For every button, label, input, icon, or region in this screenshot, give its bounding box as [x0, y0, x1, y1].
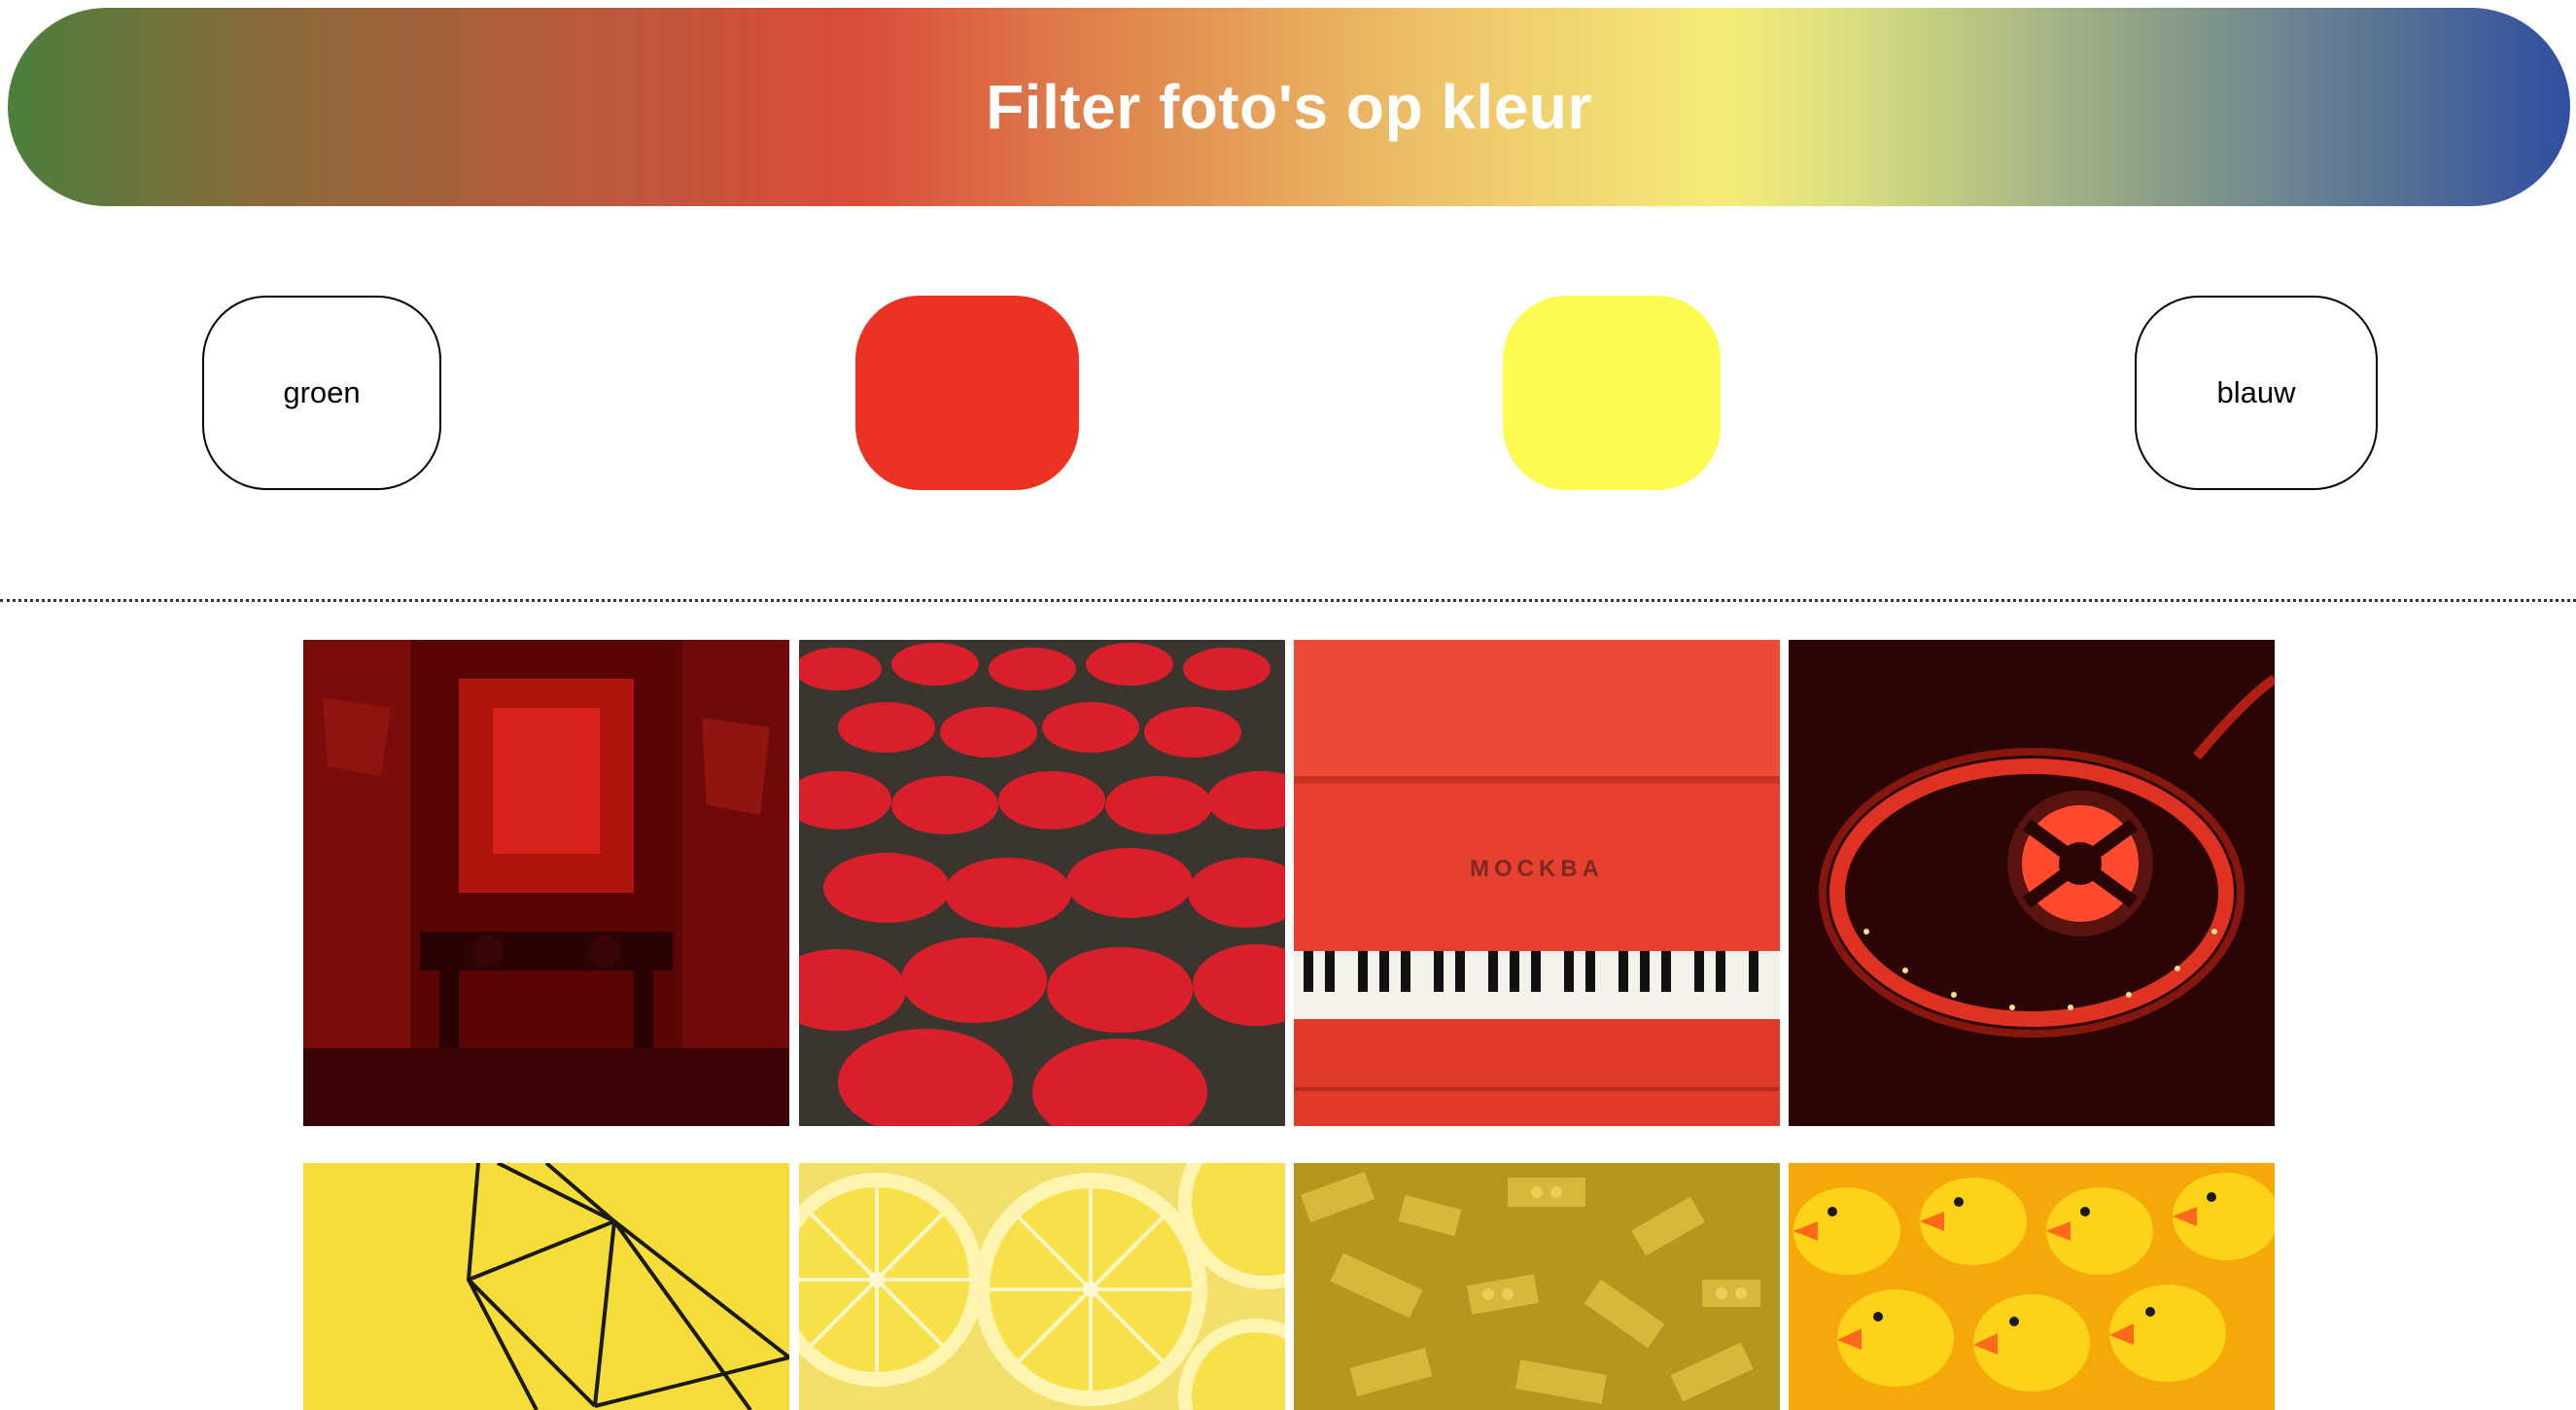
section-divider	[0, 599, 2576, 602]
photo-rubber-ducks[interactable]	[1789, 1163, 2275, 1410]
photo-lemon-slices[interactable]	[799, 1163, 1285, 1410]
header-banner: Filter foto's op kleur	[8, 8, 2570, 206]
photo-umbrellas[interactable]	[799, 640, 1285, 1126]
photo-lego-bricks[interactable]	[1294, 1163, 1780, 1410]
photo-dj-room[interactable]	[303, 640, 789, 1126]
filter-button-yellow[interactable]	[1503, 296, 1721, 490]
photo-piano[interactable]: MOCKBA	[1294, 640, 1780, 1126]
page-title: Filter foto's op kleur	[986, 72, 1592, 142]
photo-wire-geometry[interactable]	[303, 1163, 789, 1410]
filter-button-green[interactable]: groen	[202, 296, 441, 490]
page: Filter foto's op kleur groen blauw MOCKB…	[0, 0, 2576, 1410]
filter-button-blue-label: blauw	[2216, 375, 2296, 409]
photo-led-strip[interactable]	[1789, 640, 2275, 1126]
filter-button-green-label: groen	[283, 375, 361, 409]
filter-button-blue[interactable]: blauw	[2135, 296, 2378, 490]
filter-button-red[interactable]	[855, 296, 1079, 490]
piano-brand-text: MOCKBA	[1470, 856, 1604, 882]
